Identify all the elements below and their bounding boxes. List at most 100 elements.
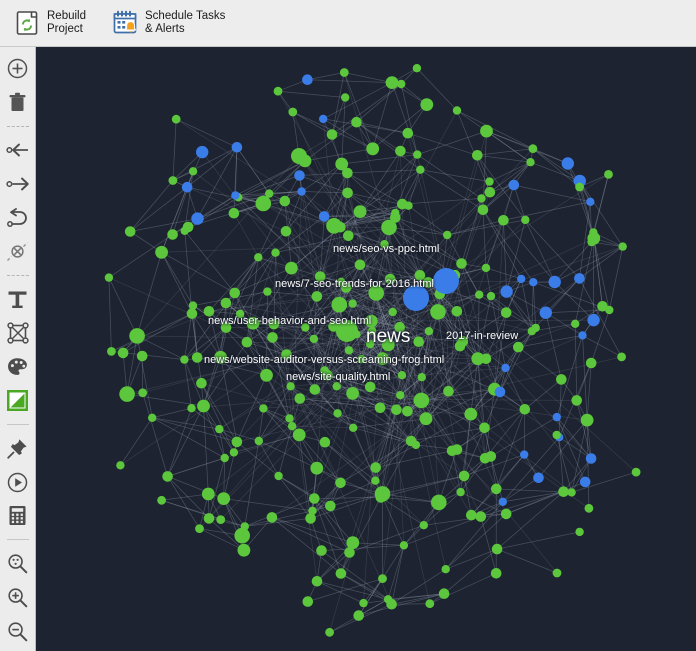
graph-node[interactable] [485, 177, 494, 186]
graph-node[interactable] [302, 596, 314, 607]
graph-node[interactable] [311, 291, 323, 302]
graph-node[interactable] [354, 259, 366, 271]
graph-node[interactable] [374, 402, 386, 414]
graph-node[interactable] [575, 182, 584, 192]
graph-node[interactable] [443, 230, 452, 240]
graph-node[interactable] [580, 413, 594, 427]
graph-node[interactable] [498, 215, 509, 226]
graph-node[interactable] [231, 436, 243, 448]
graph-node[interactable] [274, 471, 283, 481]
graph-node[interactable] [346, 536, 360, 550]
graph-node[interactable] [617, 352, 626, 362]
graph-node[interactable] [280, 226, 292, 237]
graph-node[interactable] [187, 404, 196, 413]
graph-node[interactable] [391, 404, 402, 416]
graph-node[interactable] [402, 406, 413, 417]
graph-node[interactable] [441, 565, 450, 574]
graph-node[interactable] [586, 197, 595, 206]
zoom-out-button[interactable] [3, 617, 33, 645]
graph-node[interactable] [220, 322, 232, 333]
graph-node[interactable] [481, 263, 491, 273]
graph-node[interactable] [305, 513, 316, 524]
graph-node[interactable] [579, 476, 591, 488]
graph-node[interactable] [380, 240, 389, 249]
graph-node[interactable] [419, 521, 428, 530]
graph-node[interactable] [335, 221, 346, 233]
graph-node[interactable] [162, 471, 173, 482]
graph-node[interactable] [279, 195, 291, 207]
graph-node[interactable] [291, 148, 307, 164]
graph-node[interactable] [552, 568, 562, 578]
graph-node[interactable] [309, 384, 321, 395]
graph-node[interactable] [171, 114, 181, 124]
graph-node[interactable] [413, 150, 422, 159]
graph-node[interactable] [359, 598, 368, 608]
graph-node[interactable] [475, 290, 484, 299]
graph-node[interactable] [191, 212, 204, 225]
graph-node[interactable] [254, 253, 263, 262]
graph-node[interactable] [587, 313, 600, 327]
graph-node[interactable] [215, 424, 224, 434]
graph-node[interactable] [458, 470, 470, 482]
graph-node[interactable] [571, 319, 580, 328]
outgoing-links-button[interactable] [3, 170, 33, 198]
graph-node[interactable] [397, 79, 406, 89]
graph-canvas[interactable]: news/seo-vs-ppc.html news/7-seo-trends-fo… [36, 47, 696, 651]
graph-node[interactable] [285, 414, 294, 423]
graph-node[interactable] [287, 422, 297, 431]
graph-node[interactable] [456, 487, 465, 497]
graph-node[interactable] [319, 114, 328, 124]
graph-node[interactable] [414, 270, 426, 281]
graph-node[interactable] [412, 64, 422, 73]
delete-node-button[interactable] [3, 89, 33, 117]
graph-node[interactable] [548, 275, 561, 289]
graph-node[interactable] [309, 493, 320, 504]
graph-node[interactable] [260, 368, 273, 382]
graph-node[interactable] [241, 336, 253, 348]
graph-node[interactable] [456, 258, 467, 269]
graph-node[interactable] [188, 167, 198, 176]
graph-node[interactable] [420, 98, 434, 111]
graph-node[interactable] [479, 422, 490, 434]
graph-node[interactable] [527, 327, 536, 336]
graph-node[interactable] [490, 568, 502, 579]
graph-node[interactable] [452, 106, 462, 115]
remove-link-button[interactable] [3, 238, 33, 266]
graph-node[interactable] [288, 107, 298, 117]
graph-node[interactable] [585, 453, 597, 464]
graph-node[interactable] [597, 301, 608, 312]
graph-node[interactable] [353, 610, 365, 621]
graph-node[interactable] [336, 320, 358, 342]
graph-node[interactable] [575, 527, 584, 537]
graph-node[interactable] [235, 309, 245, 319]
graph-node[interactable] [201, 487, 215, 501]
graph-node[interactable] [498, 497, 507, 506]
graph-node[interactable] [370, 462, 382, 473]
graph-node[interactable] [342, 187, 353, 199]
graph-node[interactable] [220, 297, 232, 309]
graph-node[interactable] [500, 307, 512, 318]
graph-node[interactable] [337, 277, 346, 286]
graph-node[interactable] [430, 304, 446, 320]
graph-node[interactable] [180, 355, 189, 364]
graph-node[interactable] [480, 353, 492, 365]
graph-node[interactable] [214, 350, 228, 364]
graph-node[interactable] [589, 228, 598, 237]
graph-node[interactable] [480, 124, 493, 138]
graph-node[interactable] [285, 261, 298, 275]
graph-node[interactable] [186, 308, 198, 319]
rebuild-project-button[interactable]: Rebuild Project [14, 10, 86, 36]
graph-node[interactable] [167, 229, 178, 240]
graph-node[interactable] [618, 242, 627, 251]
graph-node[interactable] [368, 285, 385, 301]
add-node-button[interactable] [3, 55, 33, 83]
graph-node[interactable] [228, 207, 240, 219]
graph-node[interactable] [552, 430, 561, 440]
graph-node[interactable] [446, 445, 458, 457]
graph-node[interactable] [268, 318, 280, 330]
graph-node[interactable] [472, 150, 483, 161]
fill-color-button[interactable] [3, 387, 33, 415]
graph-node[interactable] [395, 145, 406, 157]
graph-node[interactable] [320, 366, 329, 375]
graph-node[interactable] [367, 326, 377, 335]
